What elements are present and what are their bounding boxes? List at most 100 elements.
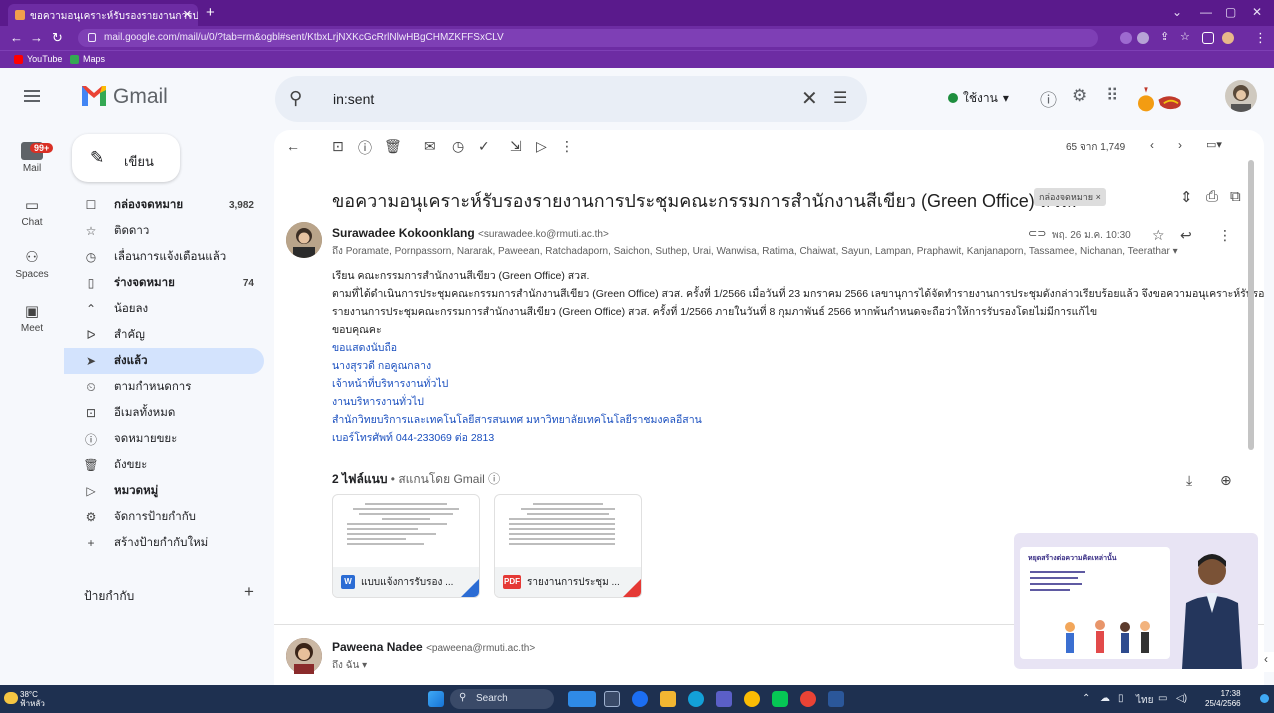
chrome-icon[interactable] [744, 691, 760, 707]
nav-scheduled[interactable]: ⏲ ตามกำหนดการ [64, 374, 264, 400]
back-icon[interactable]: ← [10, 30, 23, 45]
collapse-panel-icon[interactable]: ‹ [1258, 652, 1274, 672]
snooze-icon[interactable]: ◷ [452, 138, 464, 155]
clear-search-icon[interactable]: ✕ [801, 86, 818, 111]
download-all-icon[interactable]: ⤓ [1186, 472, 1192, 489]
nav-less[interactable]: ⌃ น้อยลง [64, 296, 264, 322]
task-view-icon[interactable] [604, 691, 620, 707]
system-clock[interactable]: 17:38 25/4/2566 [1205, 689, 1241, 709]
taskbar-search[interactable]: ⚲ Search [450, 689, 554, 709]
cloud-icon[interactable]: ☁ [1100, 693, 1110, 704]
browser-profile-icon[interactable] [1222, 32, 1234, 44]
sidepanel-icon[interactable] [1202, 32, 1214, 44]
widgets-app-icon[interactable] [568, 691, 596, 707]
back-to-list-icon[interactable]: ← [286, 138, 300, 154]
pip-video[interactable]: หยุดสร้างต่อความคิดเหล่านั้น [1014, 533, 1258, 669]
gmail-logo-icon[interactable] [80, 82, 108, 108]
add-to-drive-icon[interactable]: ⊕ [1220, 472, 1232, 489]
browser-menu-icon[interactable]: ⋮ [1254, 30, 1267, 46]
more-options-icon[interactable]: ⋮ [560, 138, 574, 155]
reply-sender-avatar[interactable] [286, 638, 322, 674]
bookmark-maps[interactable]: Maps [70, 54, 105, 64]
print-icon[interactable]: ⎙ [1206, 188, 1218, 205]
report-spam-icon[interactable]: ⓘ [358, 138, 372, 158]
nav-starred[interactable]: ☆ ติดดาว [64, 218, 264, 244]
bookmark-youtube[interactable]: YouTube [14, 54, 62, 64]
share-icon[interactable]: ⇪ [1160, 30, 1169, 43]
edge-icon[interactable] [688, 691, 704, 707]
recipients-line[interactable]: ถึง Poramate, Pornpassorn, Nararak, Pawe… [332, 244, 1178, 259]
rail-chat[interactable]: ▭ Chat [12, 196, 52, 228]
notification-icon[interactable] [1260, 694, 1269, 703]
new-tab-icon[interactable]: + [206, 4, 215, 21]
minimize-icon[interactable]: — [1200, 5, 1212, 19]
nav-sent[interactable]: ➤ ส่งแล้ว [64, 348, 264, 374]
close-window-icon[interactable]: ✕ [1252, 5, 1262, 19]
input-tools-icon[interactable]: ▭▾ [1206, 138, 1222, 151]
archive-icon[interactable]: ⊡ [332, 138, 344, 155]
nav-important[interactable]: ᐅ สำคัญ [64, 322, 264, 348]
expand-all-icon[interactable]: ⇕ [1180, 188, 1193, 206]
battery-icon[interactable]: ▯ [1118, 693, 1124, 704]
volume-icon[interactable]: ◁) [1176, 693, 1187, 704]
nav-trash[interactable]: 🗑 ถังขยะ [64, 452, 264, 478]
nav-snoozed[interactable]: ◷ เลื่อนการแจ้งเตือนแล้ว [64, 244, 264, 270]
tab-search-icon[interactable]: ⌄ [1172, 5, 1182, 19]
inbox-label-chip[interactable]: กล่องจดหมาย × [1034, 188, 1106, 206]
reply-recipient[interactable]: ถึง ฉัน ▾ [332, 658, 367, 673]
nav-create-label[interactable]: + สร้างป้ายกำกับใหม่ [64, 530, 264, 556]
add-label-icon[interactable]: + [244, 582, 254, 602]
star-message-icon[interactable]: ☆ [1152, 227, 1165, 244]
forward-icon[interactable]: → [30, 30, 43, 45]
apps-grid-icon[interactable]: ⠿ [1106, 86, 1118, 106]
nav-drafts[interactable]: ▯ ร่างจดหมาย 74 [64, 270, 264, 296]
search-input[interactable]: in:sent [333, 91, 374, 107]
nav-manage-labels[interactable]: ⚙ จัดการป้ายกำกับ [64, 504, 264, 530]
sender-name[interactable]: Surawadee Kokoonklang [332, 226, 475, 240]
compose-button[interactable]: ✎ เขียน [72, 134, 180, 182]
nav-spam[interactable]: ⓘ จดหมายขยะ [64, 426, 264, 452]
search-options-icon[interactable]: ☰ [833, 88, 847, 108]
settings-icon[interactable]: ⚙ [1072, 86, 1087, 106]
teams-icon[interactable] [716, 691, 732, 707]
older-icon[interactable]: › [1178, 138, 1182, 152]
video-app-icon[interactable] [632, 691, 648, 707]
chrome-profile-icon[interactable] [800, 691, 816, 707]
attachment-card[interactable]: PDF รายงานการประชุม ... [494, 494, 642, 598]
line-app-icon[interactable] [772, 691, 788, 707]
mail-search-bar[interactable]: ⚲ in:sent ✕ ☰ [275, 76, 867, 122]
add-task-icon[interactable]: ✓ [478, 138, 490, 155]
file-explorer-icon[interactable] [660, 691, 676, 707]
rail-meet[interactable]: ▣ Meet [12, 302, 52, 334]
newer-icon[interactable]: ‹ [1150, 138, 1154, 152]
browser-tab[interactable]: ขอความอนุเคราะห์รับรองรายงานการประ ✕ [8, 4, 198, 26]
bookmark-star-icon[interactable]: ☆ [1180, 30, 1190, 43]
delete-icon[interactable]: 🗑 [384, 138, 402, 155]
attachment-card[interactable]: W แบบแจ้งการรับรอง ... [332, 494, 480, 598]
rail-mail[interactable]: Mail 99+ [8, 138, 56, 174]
reload-icon[interactable]: ↻ [52, 30, 63, 46]
university-logo-icon[interactable] [1130, 78, 1210, 118]
windows-start-icon[interactable] [428, 691, 444, 707]
keyboard-language[interactable]: ไทย [1136, 693, 1153, 708]
nav-categories[interactable]: ▷ หมวดหมู่ [64, 478, 264, 504]
search-icon[interactable]: ⚲ [289, 88, 302, 109]
url-field[interactable]: mail.google.com/mail/u/0/?tab=rm&ogbl#se… [78, 29, 1098, 47]
label-icon[interactable]: ▷ [536, 138, 547, 155]
sender-avatar[interactable] [286, 222, 322, 258]
reply-icon[interactable]: ↩ [1180, 227, 1192, 244]
main-menu-icon[interactable] [24, 90, 40, 102]
move-to-icon[interactable]: ⇲ [510, 138, 522, 155]
close-tab-icon[interactable]: ✕ [183, 8, 192, 21]
word-app-icon[interactable] [828, 691, 844, 707]
weather-widget[interactable]: 38°C ฟ้าหลัว [20, 690, 45, 708]
nav-inbox[interactable]: ☐ กล่องจดหมาย 3,982 [64, 192, 264, 218]
tray-overflow-icon[interactable]: ⌃ [1082, 693, 1090, 704]
status-selector[interactable]: ใช้งาน ▾ [938, 85, 1019, 111]
mark-unread-icon[interactable]: ✉ [424, 138, 436, 155]
scrollbar[interactable] [1248, 160, 1254, 450]
nav-all-mail[interactable]: ⊡ อีเมลทั้งหมด [64, 400, 264, 426]
help-icon[interactable]: ⓘ [1040, 86, 1057, 111]
account-avatar[interactable] [1225, 80, 1257, 112]
extension-icon[interactable] [1120, 32, 1132, 44]
